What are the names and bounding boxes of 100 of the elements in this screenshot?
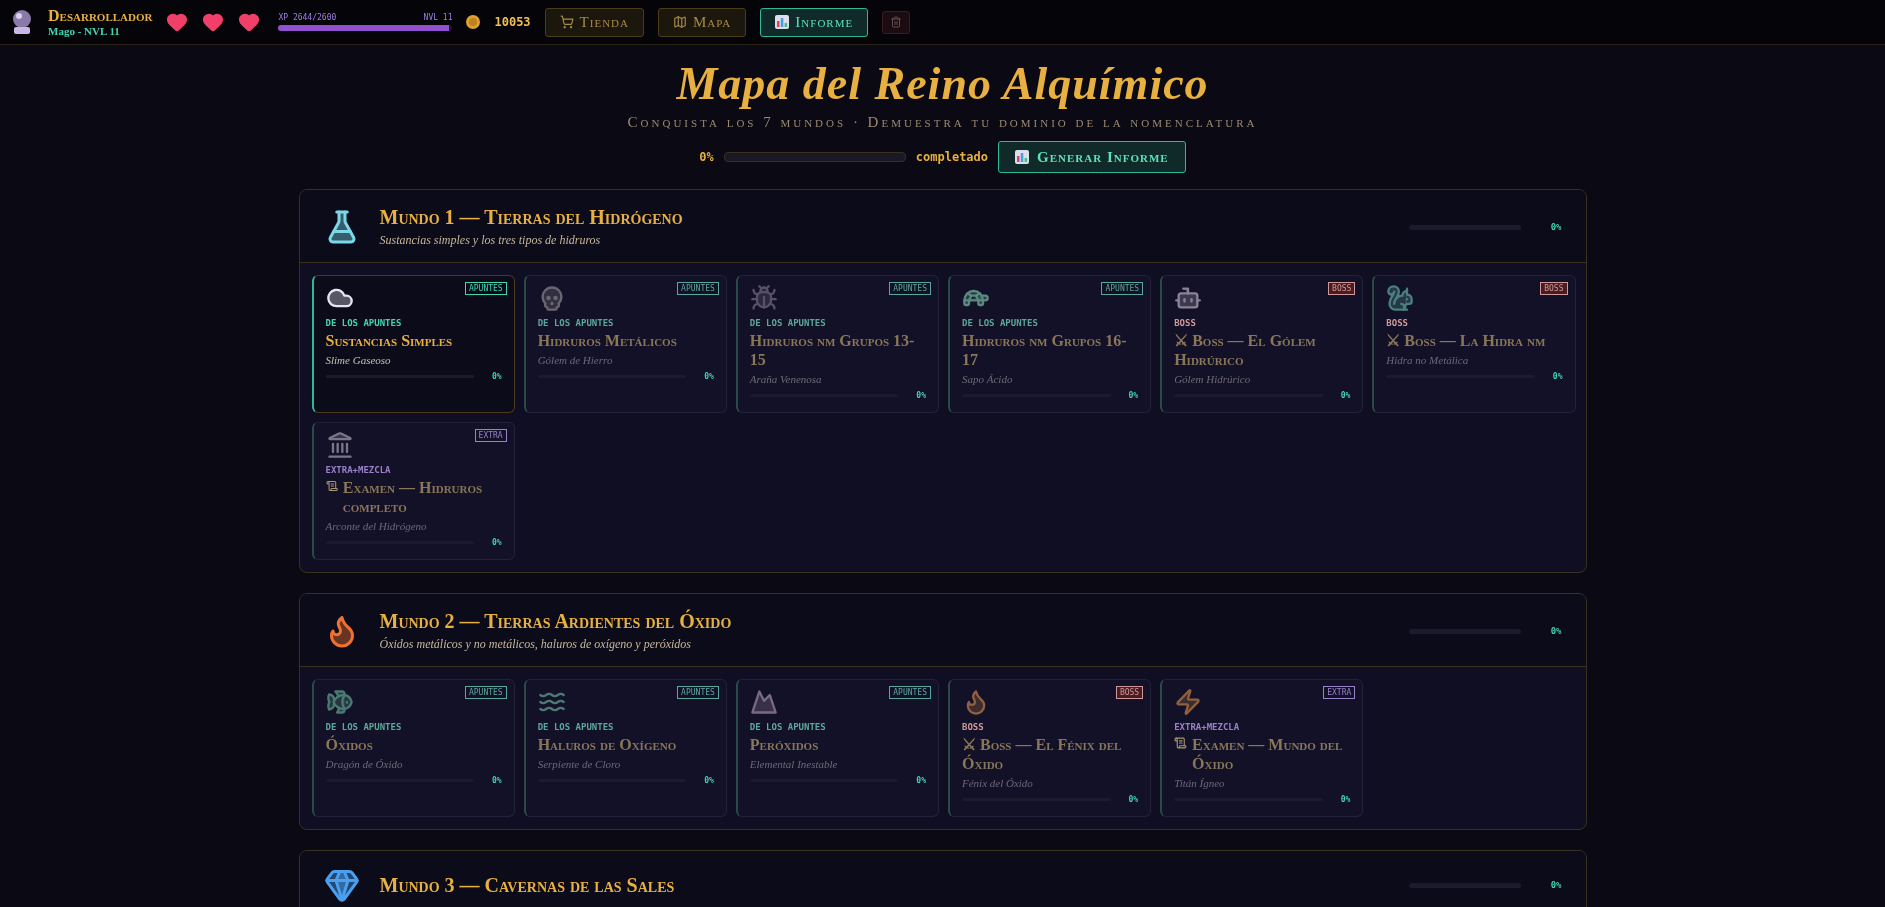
level-card[interactable]: APUNTES DE LOS APUNTES Hidruros Metálicos Gólem de Hierro 0% [523,275,727,413]
level-title: Examen — Mundo del Óxido [1192,735,1344,773]
level-percent: 0% [1340,795,1351,804]
world-title: Mundo 3 — Cavernas de las Sales [379,873,676,897]
level-category: EXTRA+MEZCLA [325,465,392,475]
level-percent: 0% [704,776,714,785]
level-percent: 0% [916,391,926,400]
chart-icon [1015,150,1030,164]
level-title: Peróxidos [749,735,819,754]
enemy-name: Gólem Hidrúrico [1174,373,1252,385]
xp-label: XP 2644/2600 [278,13,337,22]
crystal-ball-icon [10,9,34,35]
level-tag: BOSS [1328,282,1356,295]
cart-icon [559,15,574,29]
map-icon [673,15,687,29]
nav-tab[interactable]: Tienda [544,7,644,37]
level-card[interactable]: EXTRA EXTRA+MEZCLA Examen — Hidruros completo Arconte del Hidrógeno 0% [311,422,515,560]
level-label: NVL 11 [423,13,453,22]
enemy-name: Serpiente de Cloro [537,758,622,770]
level-tag: APUNTES [1101,282,1144,295]
level-percent: 0% [492,776,502,785]
level-card[interactable]: APUNTES DE LOS APUNTES Hidruros nm Grupos 16-17 Sapo Ácido 0% [948,275,1152,413]
level-title: ⚔ Boss — El Gólem Hidrúrico [1174,331,1317,369]
coin-icon [466,15,481,29]
world-subtitle: Sustancias simples y los tres tipos de hidruros [379,233,602,248]
level-title: Sustancias Simples [325,331,453,350]
level-category: DE LOS APUNTES [537,722,615,732]
squirrel-icon [1386,284,1415,312]
enemy-name: Araña Venenosa [749,373,823,385]
level-title: ⚔ Boss — El Fénix del Óxido [962,735,1123,773]
scroll-icon [1174,735,1188,751]
coin-count: 10053 [494,15,531,29]
level-title: ⚔ Boss — La Hidra nm [1386,331,1546,350]
nav-tab[interactable]: Mapa [658,7,747,37]
world-title: Mundo 1 — Tierras del Hidrógeno [379,206,684,229]
level-card[interactable]: EXTRA EXTRA+MEZCLA Examen — Mundo del Óxido Titán Ígneo 0% [1160,679,1364,817]
level-percent: 0% [916,776,926,785]
mountain-icon [749,688,778,716]
level-tag: BOSS [1540,282,1568,295]
level-title: Hidruros Metálicos [537,331,677,350]
scroll-icon [325,478,338,494]
level-card[interactable]: BOSS BOSS ⚔ Boss — La Hidra nm Hidra no Metálica 0% [1372,275,1576,413]
level-category: DE LOS APUNTES [325,722,403,732]
level-category: BOSS [962,722,985,732]
page-title: Mapa del Reino Alquímico [676,57,1209,110]
level-title: Examen — Hidruros completo [342,478,484,516]
enemy-name: Titán Ígneo [1174,777,1226,789]
level-category: DE LOS APUNTES [325,318,403,328]
level-category: DE LOS APUNTES [537,318,615,328]
delete-button[interactable] [882,10,911,34]
enemy-name: Hidra no Metálica [1386,354,1470,366]
player-class: Mago - NVL 11 [48,25,121,37]
level-category: DE LOS APUNTES [749,722,827,732]
fish-icon [325,688,354,716]
world-percent: 0% [1550,880,1562,890]
level-percent: 0% [1128,795,1139,804]
level-percent: 0% [704,372,714,381]
page-subtitle: Conquista los 7 mundos · Demuestra tu dominio de la nomenclatura [627,114,1258,131]
nav-tab[interactable]: Informe [760,7,869,37]
temple-icon [325,431,354,459]
level-card[interactable]: APUNTES DE LOS APUNTES Haluros de Oxígeno Serpiente de Cloro 0% [523,679,727,817]
world-title: Mundo 2 — Tierras Ardientes del Óxido [379,610,733,633]
level-category: BOSS [1174,318,1197,328]
enemy-name: Fénix del Óxido [962,777,1034,789]
world-percent: 0% [1550,626,1562,636]
level-title: Haluros de Oxígeno [537,735,677,754]
level-card[interactable]: BOSS BOSS ⚔ Boss — El Gólem Hidrúrico Gólem Hidrúrico 0% [1160,275,1364,413]
level-card[interactable]: APUNTES DE LOS APUNTES Hidruros nm Grupos 13-15 Araña Venenosa 0% [735,275,939,413]
level-percent: 0% [1340,391,1351,400]
bug-icon [749,284,778,312]
enemy-name: Arconte del Hidrógeno [325,520,428,532]
level-category: BOSS [1386,318,1409,328]
trash-icon [890,16,903,28]
player-name: Desarrollador [48,7,153,25]
level-title: Hidruros nm Grupos 16-17 [962,331,1128,369]
level-category: EXTRA+MEZCLA [1174,722,1241,732]
level-tag: APUNTES [464,282,507,295]
progress-label: completado [915,150,989,164]
report-button[interactable]: Generar Informe [998,141,1186,173]
level-category: DE LOS APUNTES [962,318,1039,328]
lightning-icon [1174,688,1203,716]
level-tag: APUNTES [889,686,931,699]
level-percent: 0% [492,538,502,547]
level-card[interactable]: APUNTES DE LOS APUNTES Sustancias Simples Slime Gaseoso 0% [311,275,515,413]
level-tag: EXTRA [1323,686,1356,699]
level-category: DE LOS APUNTES [749,318,827,328]
level-percent: 0% [492,372,502,381]
level-card[interactable]: APUNTES DE LOS APUNTES Peróxidos Elemental Inestable 0% [735,679,939,817]
level-card[interactable]: APUNTES DE LOS APUNTES Óxidos Dragón de Óxido 0% [311,679,515,817]
level-card[interactable]: BOSS BOSS ⚔ Boss — El Fénix del Óxido Fénix del Óxido 0% [948,679,1152,817]
level-tag: APUNTES [677,686,719,699]
enemy-name: Dragón de Óxido [325,758,404,770]
enemy-name: Sapo Ácido [962,373,1014,385]
gem-icon [323,867,360,903]
world-subtitle: Óxidos metálicos y no metálicos, haluros de oxígeno y peróxidos [379,637,692,652]
level-title: Hidruros nm Grupos 13-15 [749,331,916,369]
level-tag: APUNTES [677,282,719,295]
overall-percent: 0% [699,150,714,164]
level-tag: APUNTES [889,282,931,295]
world-percent: 0% [1550,222,1562,232]
